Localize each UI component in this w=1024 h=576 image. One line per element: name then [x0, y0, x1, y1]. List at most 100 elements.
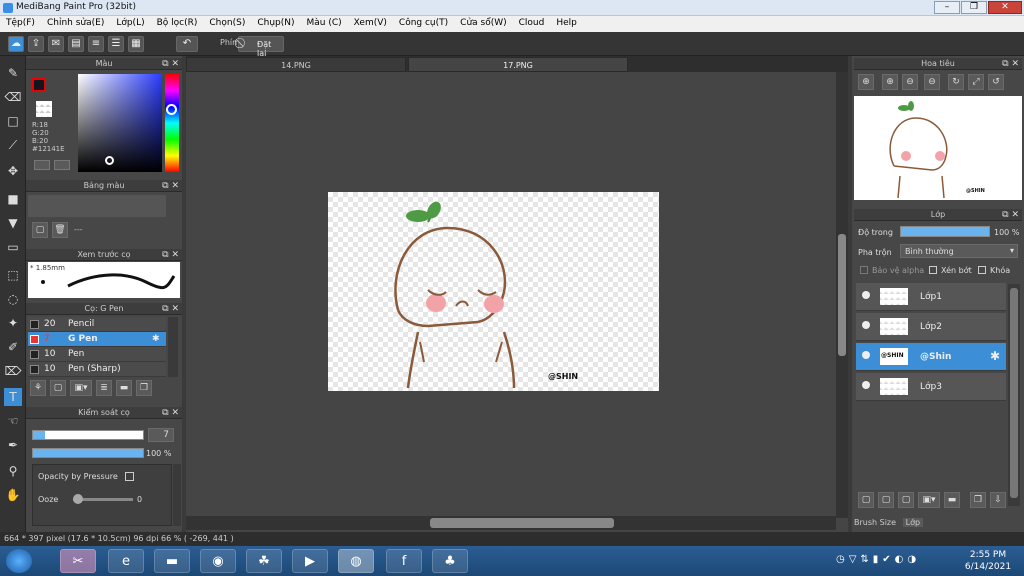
picker-cursor[interactable] — [105, 156, 114, 165]
brush-item-pen[interactable]: 10 Pen — [28, 347, 166, 362]
layer-list-scrollbar[interactable] — [1008, 284, 1020, 506]
layer-row[interactable]: Lớp2 — [856, 313, 1006, 341]
hand-tool-icon[interactable]: ✋ — [4, 486, 22, 504]
zoom-out-icon[interactable]: ⊖ — [902, 74, 918, 90]
folder-icon[interactable]: ▬ — [116, 380, 132, 396]
share-icon[interactable]: ⇪ — [28, 36, 44, 52]
paint-app-icon[interactable]: ✂ — [60, 549, 96, 573]
pen-pick-tool-icon[interactable]: ⚲ — [4, 462, 22, 480]
menu-file[interactable]: Tệp(F) — [0, 16, 41, 30]
brush-tool-icon[interactable]: ✎ — [4, 64, 22, 82]
menu-filter[interactable]: Bộ lọc(R) — [151, 16, 204, 30]
clipping-checkbox[interactable] — [929, 266, 937, 274]
close-icon[interactable]: ⧉ ✕ — [162, 180, 179, 192]
zoom-in-icon[interactable]: ⊕ — [882, 74, 898, 90]
new-palette-icon[interactable]: ▢ — [32, 222, 48, 238]
navigator-preview[interactable]: @SHIN — [854, 96, 1022, 200]
reset-color-button[interactable] — [54, 160, 70, 170]
close-button[interactable]: ✕ — [988, 1, 1022, 14]
close-icon[interactable]: ⧉ ✕ — [162, 249, 179, 261]
tab-layer[interactable]: Lớp — [902, 518, 924, 527]
tray-icons[interactable]: ◷▽⇅▮✔◐◑ — [836, 554, 920, 565]
reset-button[interactable]: ⃠ Đặt lại — [238, 36, 284, 58]
facebook-icon[interactable]: f — [386, 549, 422, 573]
minimize-button[interactable]: – — [934, 1, 960, 14]
start-button[interactable] — [6, 549, 32, 573]
opacity-pressure-checkbox[interactable] — [125, 472, 134, 481]
message-icon[interactable]: ▤ — [68, 36, 84, 52]
brush-menu-icon[interactable]: ▣▾ — [70, 380, 92, 396]
menu-view[interactable]: Xem(V) — [348, 16, 393, 30]
rotate-icon[interactable]: ↻ — [948, 74, 964, 90]
eye-icon[interactable] — [862, 291, 870, 299]
operation-tool-icon[interactable]: ☜ — [4, 412, 22, 430]
eye-icon[interactable] — [862, 321, 870, 329]
select-pen-tool-icon[interactable]: ✐ — [4, 338, 22, 356]
vertical-scrollbar[interactable] — [836, 72, 848, 518]
clock[interactable]: 2:55 PM 6/14/2021 — [960, 549, 1016, 573]
trash-icon[interactable]: 🗑 — [52, 222, 68, 238]
palette-area[interactable] — [28, 195, 166, 217]
lock-checkbox[interactable] — [978, 266, 986, 274]
new-brush-icon[interactable]: ▢ — [50, 380, 66, 396]
select-rect-tool-icon[interactable]: ⬚ — [4, 266, 22, 284]
menu-color[interactable]: Màu (C) — [301, 16, 348, 30]
eraser-tool-icon[interactable]: ⌫ — [4, 88, 22, 106]
comment-icon[interactable]: ✉ — [48, 36, 64, 52]
cloud-icon[interactable]: ☁ — [8, 36, 24, 52]
move-tool-icon[interactable]: ✥ — [4, 162, 22, 180]
new-halftone-layer-icon[interactable]: ▢ — [878, 492, 894, 508]
new-layer-icon[interactable]: ▢ — [858, 492, 874, 508]
menu-tools[interactable]: Công cụ(T) — [393, 16, 454, 30]
chrome-icon[interactable]: ◉ — [200, 549, 236, 573]
hue-cursor[interactable] — [166, 104, 177, 115]
copy-layer-icon[interactable]: ❐ — [970, 492, 986, 508]
close-icon[interactable]: ⧉ ✕ — [1002, 58, 1019, 70]
menu-layer[interactable]: Lớp(L) — [110, 16, 150, 30]
brush-item-pencil[interactable]: 20 Pencil — [28, 317, 166, 332]
menu-help[interactable]: Help — [550, 16, 583, 30]
undo-icon[interactable]: ↶ — [176, 36, 198, 52]
brush-opacity-slider[interactable] — [32, 448, 144, 458]
horizontal-scrollbar[interactable] — [186, 516, 836, 530]
fill-rect-tool-icon[interactable]: ■ — [4, 190, 22, 208]
magic-wand-tool-icon[interactable]: ✦ — [4, 314, 22, 332]
gear-icon[interactable]: ✱ — [990, 349, 1000, 363]
close-icon[interactable]: ⧉ ✕ — [162, 303, 179, 315]
menu-edit[interactable]: Chỉnh sửa(E) — [41, 16, 110, 30]
eyedropper-tool-icon[interactable]: ✒ — [4, 436, 22, 454]
brush-doc-icon[interactable]: ≣ — [96, 380, 112, 396]
swap-color-button[interactable] — [34, 160, 50, 170]
blend-mode-select[interactable]: Bình thường ▾ — [900, 244, 1018, 258]
hue-slider[interactable] — [165, 74, 179, 172]
eye-icon[interactable] — [862, 351, 870, 359]
protect-alpha-checkbox[interactable] — [860, 266, 868, 274]
layer-row-selected[interactable]: @SHIN @Shin ✱ — [856, 343, 1006, 371]
layer-scroll-thumb[interactable] — [1010, 288, 1018, 498]
horizontal-scroll-thumb[interactable] — [430, 518, 614, 528]
new-8bit-layer-icon[interactable]: ▢ — [898, 492, 914, 508]
merge-layer-icon[interactable]: ⇩ — [990, 492, 1006, 508]
tab-14-png[interactable]: 14.PNG — [186, 57, 406, 72]
layer-row[interactable]: Lớp1 — [856, 283, 1006, 311]
list-icon[interactable]: ☰ — [108, 36, 124, 52]
media-player-icon[interactable]: ▶ — [292, 549, 328, 573]
gear-icon[interactable]: ✱ — [152, 332, 160, 347]
brush-control-scrollbar[interactable] — [173, 464, 181, 526]
menu-window[interactable]: Cửa sổ(W) — [454, 16, 512, 30]
lasso-tool-icon[interactable]: ◌ — [4, 290, 22, 308]
vertical-scroll-thumb[interactable] — [838, 234, 846, 356]
saturation-value-picker[interactable] — [78, 74, 162, 172]
brush-size-slider[interactable] — [32, 430, 144, 440]
brush-size-value[interactable]: 7 — [148, 428, 174, 442]
drawing-canvas[interactable]: @SHIN — [328, 192, 659, 391]
close-icon[interactable]: ⧉ ✕ — [162, 407, 179, 419]
flip-icon[interactable]: ↺ — [988, 74, 1004, 90]
layer-menu-icon[interactable]: ▣▾ — [918, 492, 940, 508]
add-brush-icon[interactable]: ⚘ — [30, 380, 46, 396]
menu-select[interactable]: Chọn(S) — [203, 16, 251, 30]
dot-tool-icon[interactable]: ⟋ — [4, 136, 22, 154]
layer-opacity-slider[interactable] — [900, 226, 990, 237]
gradient-tool-icon[interactable]: ▭ — [4, 238, 22, 256]
sketch-app-icon[interactable]: ☘ — [246, 549, 282, 573]
